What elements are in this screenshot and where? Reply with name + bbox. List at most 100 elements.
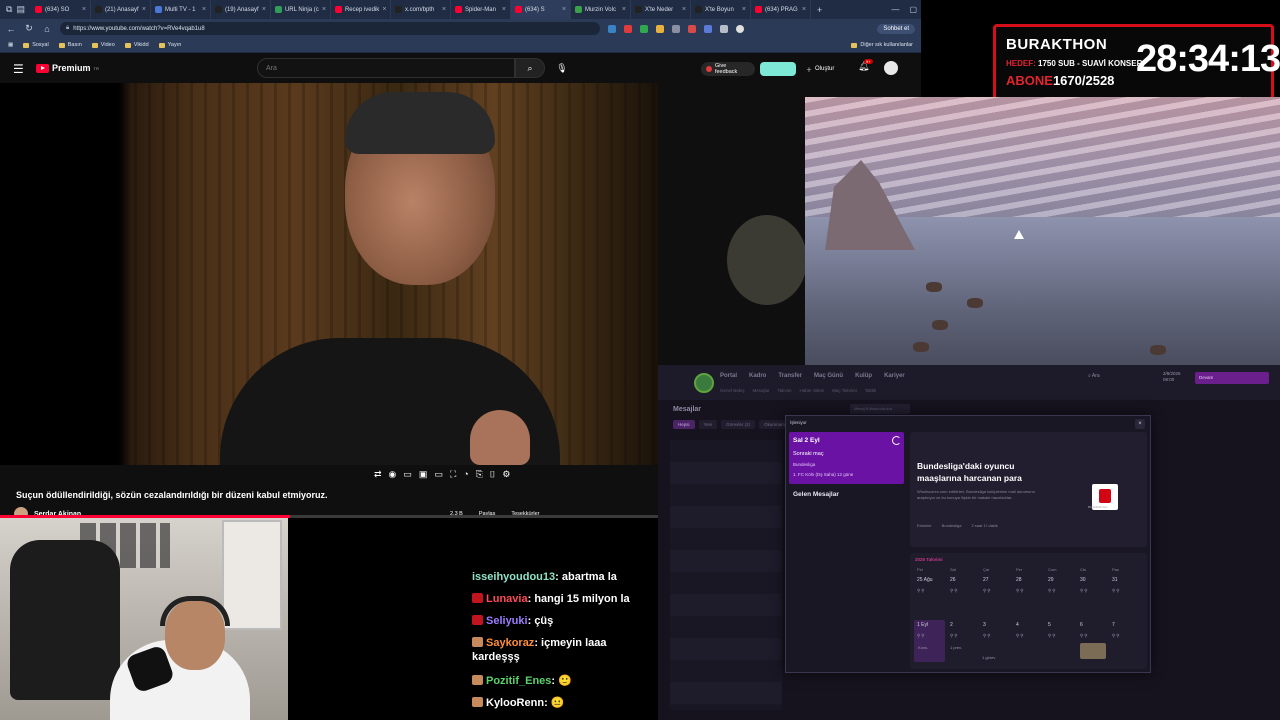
calendar-day[interactable]: 26 <box>950 577 956 583</box>
theater-icon[interactable]: ▭ <box>434 469 443 480</box>
profile-icon[interactable] <box>736 24 744 33</box>
chat-username[interactable]: Lunavia <box>486 593 528 605</box>
audio-icon[interactable]: ◉ <box>389 469 397 480</box>
tab-close-icon[interactable]: × <box>142 6 146 13</box>
maximize-icon[interactable]: ▢ <box>909 5 917 14</box>
browser-tab[interactable]: (634) PRAG × <box>751 0 811 19</box>
calendar-day[interactable]: 7 <box>1112 622 1115 628</box>
create-button[interactable]: ＋ Oluştur <box>806 62 834 76</box>
chat-username[interactable]: isseihyoudou13 <box>472 571 555 583</box>
new-tab-button[interactable]: + <box>811 5 828 15</box>
browser-tab[interactable]: (634) SO × <box>31 0 91 19</box>
continue-button[interactable]: Devam <box>1195 372 1269 384</box>
camera-icon[interactable]: ⌷ <box>490 469 495 480</box>
bookmark-folder[interactable]: Video <box>91 42 115 48</box>
bookmark-apps-icon[interactable]: ▦ <box>8 42 13 48</box>
calendar-day[interactable]: 29 <box>1048 577 1054 583</box>
browser-tab[interactable]: Recep ivedik × <box>331 0 391 19</box>
extension-icon[interactable] <box>640 24 648 33</box>
club-crest-icon[interactable] <box>694 373 714 393</box>
browser-tab[interactable]: X'te Neder × <box>631 0 691 19</box>
settings-gear-icon[interactable]: ⚙ <box>502 469 510 480</box>
nav-kadro[interactable]: Kadro <box>749 373 766 379</box>
calendar-day[interactable]: 30 <box>1080 577 1086 583</box>
browser-tab[interactable]: (19) Anasayf × <box>211 0 271 19</box>
browser-tab[interactable]: Multi TV - 1 × <box>151 0 211 19</box>
subtitles-icon[interactable]: ▭ <box>403 469 412 480</box>
nav-transfer[interactable]: Transfer <box>778 373 802 379</box>
chat-username[interactable]: Pozitif_Enes <box>486 675 551 687</box>
tab-close-icon[interactable]: × <box>562 6 566 13</box>
close-icon[interactable]: × <box>1135 419 1145 429</box>
browser-tab[interactable]: x.com/bpth × <box>391 0 451 19</box>
workspace-icon[interactable]: ⧉ <box>6 4 12 15</box>
speed-icon[interactable]: ◔ <box>463 469 468 479</box>
calendar-day[interactable]: 31 <box>1112 577 1118 583</box>
give-feedback-button[interactable]: Give feedback <box>701 62 755 76</box>
chat-button[interactable]: Sohbet et <box>877 23 915 34</box>
extension-toggle[interactable] <box>760 62 796 76</box>
back-icon[interactable]: ← <box>6 24 16 34</box>
bookmark-folder[interactable]: Basın <box>58 42 82 48</box>
tab-close-icon[interactable]: × <box>622 6 626 13</box>
browser-tab[interactable]: Murzin Volc × <box>571 0 631 19</box>
tab-close-icon[interactable]: × <box>82 6 86 13</box>
nav-kulup[interactable]: Kulüp <box>855 373 872 379</box>
search-input[interactable] <box>257 58 515 78</box>
calendar-day[interactable]: 28 <box>1016 577 1022 583</box>
chat-username[interactable]: KylooRenn <box>486 697 544 709</box>
tab-close-icon[interactable]: × <box>442 6 446 13</box>
tab-tasks[interactable]: Görevler (2) <box>721 420 756 429</box>
extension-icon[interactable] <box>608 24 616 33</box>
browser-tab[interactable]: (634) S × <box>510 0 571 19</box>
browser-tab[interactable]: URL Ninja (c × <box>271 0 331 19</box>
calendar-day[interactable]: 2 <box>950 622 953 628</box>
calendar-day[interactable]: 3 <box>983 622 986 628</box>
calendar-day[interactable]: 1 Eyl <box>917 622 928 628</box>
calendar-day[interactable]: 4 <box>1016 622 1019 628</box>
miniplayer-icon[interactable]: ▣ <box>419 469 428 480</box>
extension-icon[interactable] <box>656 24 664 33</box>
subnav-item[interactable]: Maç Takvimi <box>832 388 857 393</box>
browser-tab[interactable]: (21) Anasayf × <box>91 0 151 19</box>
calendar-day[interactable]: 5 <box>1048 622 1051 628</box>
subnav-item[interactable]: Mesajlar <box>753 388 770 393</box>
search-icon[interactable]: ⌕ <box>515 58 545 78</box>
extension-icon[interactable] <box>704 24 712 33</box>
screenshot-icon[interactable]: ⎘ <box>476 469 483 480</box>
reload-icon[interactable]: ↻ <box>24 23 34 34</box>
messages-list[interactable] <box>670 440 782 710</box>
extension-icon[interactable] <box>688 24 696 33</box>
subnav-item[interactable]: Haber Sitesi <box>800 388 825 393</box>
extension-icon[interactable] <box>624 24 632 33</box>
browser-tab[interactable]: X'te Boyun × <box>691 0 751 19</box>
nav-kariyer[interactable]: Kariyer <box>884 373 905 379</box>
hamburger-menu-icon[interactable]: ☰ <box>13 62 24 76</box>
tab-close-icon[interactable]: × <box>322 6 326 13</box>
tab-close-icon[interactable]: × <box>502 6 506 13</box>
bookmark-folder[interactable]: Sosyal <box>23 42 49 48</box>
subnav-item[interactable]: Genel Bakış <box>720 388 745 393</box>
tab-list-icon[interactable]: ▤ <box>16 4 25 15</box>
extension-icon[interactable] <box>720 24 728 33</box>
fm-search[interactable]: ⌕ Ara <box>1088 373 1100 379</box>
microphone-icon[interactable]: 🎙︎ <box>553 58 571 78</box>
messages-search[interactable]: Mesaj Kutusunda Ara <box>850 404 910 414</box>
fullscreen-icon[interactable]: ⛶ <box>450 469 456 480</box>
shuffle-icon[interactable]: ⇄ <box>374 469 382 480</box>
chat-username[interactable]: Seliyuki <box>486 615 528 627</box>
browser-tab[interactable]: Spider-Man × <box>451 0 511 19</box>
bookmark-folder[interactable]: Vikidd <box>124 42 149 48</box>
tab-close-icon[interactable]: × <box>202 6 206 13</box>
home-icon[interactable]: ⌂ <box>42 24 52 34</box>
minimize-icon[interactable]: — <box>891 5 899 14</box>
tab-close-icon[interactable]: × <box>802 6 806 13</box>
url-field[interactable]: 🔒︎ https://www.youtube.com/watch?v=RVe4v… <box>60 22 600 35</box>
calendar-day[interactable]: 25 Ağu <box>917 577 933 583</box>
nav-portal[interactable]: Portal <box>720 373 737 379</box>
nav-mac-gunu[interactable]: Maç Günü <box>814 373 843 379</box>
other-bookmarks[interactable]: Diğer sık kullanılanlar <box>851 42 913 48</box>
subnav-item[interactable]: Taktik <box>865 388 877 393</box>
extension-icon[interactable] <box>672 24 680 33</box>
chat-username[interactable]: Saykoraz <box>486 637 534 649</box>
